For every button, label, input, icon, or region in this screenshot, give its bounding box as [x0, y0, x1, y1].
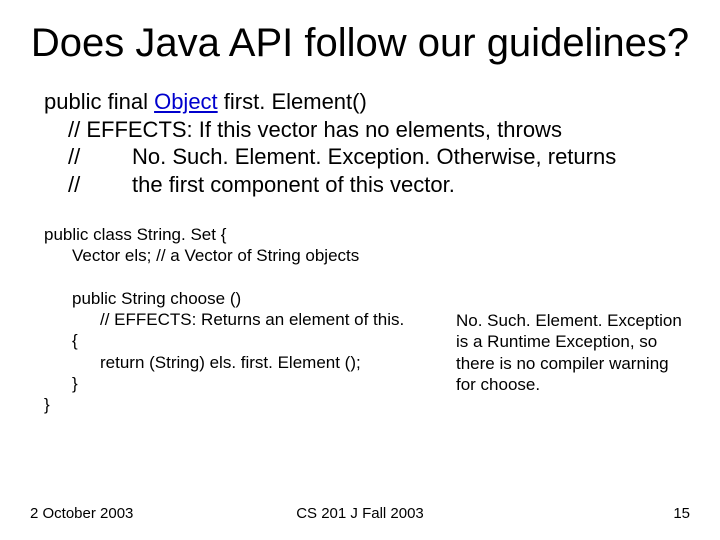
- method-spec: public final Object first. Element() // …: [44, 88, 690, 198]
- code-line: public String choose (): [44, 288, 454, 309]
- code-line: }: [44, 373, 454, 394]
- code-line: {: [44, 330, 454, 351]
- comment-slashes: //: [68, 171, 132, 199]
- code-example: public class String. Set { Vector els; /…: [44, 224, 454, 415]
- footer-course: CS 201 J Fall 2003: [0, 505, 720, 522]
- code-line-blank: [44, 267, 454, 288]
- spec-effects-3: // the first component of this vector.: [44, 171, 690, 199]
- spec-effects-1: // EFFECTS: If this vector has no elemen…: [44, 116, 690, 144]
- spec-effects-2: // No. Such. Element. Exception. Otherwi…: [44, 143, 690, 171]
- spec-effects-3-text: the first component of this vector.: [132, 171, 455, 199]
- code-line: Vector els; // a Vector of String object…: [44, 245, 454, 266]
- object-link[interactable]: Object: [154, 89, 218, 114]
- spec-effects-2-text: No. Such. Element. Exception. Otherwise,…: [132, 143, 616, 171]
- sig-pre: public final: [44, 89, 154, 114]
- code-line: return (String) els. first. Element ();: [44, 352, 454, 373]
- code-line: }: [44, 394, 454, 415]
- slide-title: Does Java API follow our guidelines?: [30, 20, 690, 66]
- comment-slashes: //: [68, 143, 132, 171]
- spec-signature: public final Object first. Element(): [44, 88, 690, 116]
- sig-post: first. Element(): [218, 89, 367, 114]
- slide-footer: 2 October 2003 CS 201 J Fall 2003 15: [0, 505, 720, 522]
- code-line: public class String. Set {: [44, 224, 454, 245]
- code-line: // EFFECTS: Returns an element of this.: [44, 309, 454, 330]
- side-note: No. Such. Element. Exception is a Runtim…: [456, 310, 686, 395]
